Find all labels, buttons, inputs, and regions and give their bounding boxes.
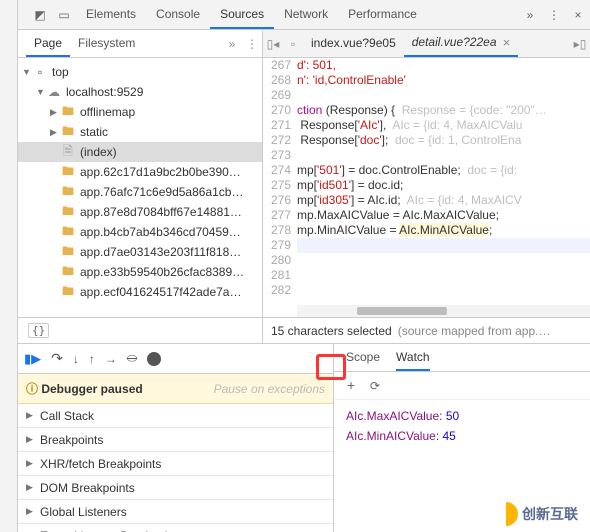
close-tab-icon[interactable]: ×	[503, 29, 511, 56]
add-watch-button[interactable]: +	[342, 377, 360, 395]
scope-watch-tabs: Scope Watch	[334, 344, 590, 372]
section-label: Call Stack	[40, 409, 94, 423]
tree-label: app.62c17d1a9bc2b0be390…	[80, 165, 241, 179]
navigator-tab-page[interactable]: Page	[26, 30, 70, 57]
tab-scope[interactable]: Scope	[346, 344, 380, 371]
watch-value: 50	[446, 409, 459, 423]
tree-label: app.87e8d7084bff67e14881…	[80, 205, 242, 219]
navigator-tabs: Page Filesystem » ⋮	[18, 30, 262, 58]
history-back-icon[interactable]: ▯◂	[263, 37, 283, 51]
debug-accordion: ▶Call Stack ▶Breakpoints ▶XHR/fetch Brea…	[18, 404, 333, 532]
pause-on-exceptions-button[interactable]	[147, 352, 161, 366]
tree-folder-offlinemap[interactable]: ▶🖿offlinemap	[18, 102, 262, 122]
tab-console[interactable]: Console	[146, 0, 210, 29]
pretty-print-button[interactable]: {}	[28, 323, 49, 338]
more-tabs-icon[interactable]: »	[522, 8, 538, 22]
code-editor[interactable]: 267d': 501,268n': 'id,ControlEnable'2692…	[263, 58, 590, 317]
nav-menu-icon[interactable]: ⋮	[245, 37, 259, 51]
section-xhr-breakpoints[interactable]: ▶XHR/fetch Breakpoints	[18, 452, 333, 476]
devtools-tab-strip: ◩ ▭ Elements Console Sources Network Per…	[18, 0, 590, 30]
step-button[interactable]: →	[105, 352, 117, 366]
tree-origin[interactable]: ▼☁localhost:9529	[18, 82, 262, 102]
watch-item[interactable]: AIc.MinAICValue: 45	[346, 426, 578, 446]
section-call-stack[interactable]: ▶Call Stack	[18, 404, 333, 428]
section-label: Global Listeners	[40, 505, 127, 519]
navigator-tab-filesystem[interactable]: Filesystem	[70, 30, 143, 57]
tree-file[interactable]: 🖿app.b4cb7ab4b346cd70459…	[18, 222, 262, 242]
section-breakpoints[interactable]: ▶Breakpoints	[18, 428, 333, 452]
deactivate-breakpoints-button[interactable]: ⬭	[127, 351, 137, 366]
pause-hint: Pause on exceptions	[214, 382, 325, 396]
more-editor-tabs-icon[interactable]: ▸▯	[570, 37, 590, 51]
tree-label: localhost:9529	[66, 85, 143, 99]
section-label: Breakpoints	[40, 433, 103, 447]
inspect-icon[interactable]: ◩	[32, 8, 48, 22]
scrollbar-thumb[interactable]	[357, 307, 447, 315]
tab-elements[interactable]: Elements	[76, 0, 146, 29]
tree-label: app.e33b59540b26cfac8389…	[80, 265, 244, 279]
tab-performance[interactable]: Performance	[338, 0, 427, 29]
watermark-logo: 创新互联	[490, 500, 582, 528]
step-over-button[interactable]: ↷	[51, 350, 63, 367]
tree-label: app.d7ae03143e203f11f818…	[80, 245, 241, 259]
watch-key: AIc.MinAICValue	[346, 429, 436, 443]
tree-label: app.ecf041624517f42ade7a…	[80, 285, 241, 299]
tab-label: detail.vue?22ea	[412, 29, 497, 56]
tree-file[interactable]: 🖿app.87e8d7084bff67e14881…	[18, 202, 262, 222]
paused-label: Debugger paused	[41, 382, 142, 396]
tree-label: static	[80, 125, 108, 139]
docked-gutter	[0, 0, 18, 532]
tab-network[interactable]: Network	[274, 0, 338, 29]
watch-value: 45	[442, 429, 455, 443]
tree-file[interactable]: 🖿app.d7ae03143e203f11f818…	[18, 242, 262, 262]
tree-label: offlinemap	[80, 105, 135, 119]
section-label: Event Listener Breakpoints	[40, 529, 183, 532]
tree-top[interactable]: ▼▫top	[18, 62, 262, 82]
device-toggle-icon[interactable]: ▭	[56, 8, 72, 22]
watch-item[interactable]: AIc.MaxAICValue: 50	[346, 406, 578, 426]
step-out-button[interactable]: ↑	[89, 352, 95, 366]
tab-label: index.vue?9e05	[311, 30, 396, 57]
selection-info: 15 characters selected	[271, 324, 392, 338]
file-tab-detail[interactable]: detail.vue?22ea×	[404, 30, 518, 57]
section-dom-breakpoints[interactable]: ▶DOM Breakpoints	[18, 476, 333, 500]
sourcemap-info: (source mapped from app.…	[398, 324, 551, 338]
tree-label: app.76afc71c6e9d5a86a1cb…	[80, 185, 243, 199]
tab-watch[interactable]: Watch	[396, 344, 430, 371]
step-into-button[interactable]: ↓	[73, 352, 79, 366]
editor-tabs: ▯◂ ▫ index.vue?9e05 detail.vue?22ea× ▸▯	[263, 30, 590, 58]
tab-sources[interactable]: Sources	[210, 0, 274, 29]
settings-menu-icon[interactable]: ⋮	[546, 8, 562, 22]
h-scrollbar[interactable]	[297, 305, 590, 317]
status-bar: 15 characters selected (source mapped fr…	[263, 318, 590, 343]
resume-button[interactable]: ▮▶	[24, 351, 41, 367]
tree-label: (index)	[80, 145, 117, 159]
tree-label: app.b4cb7ab4b346cd70459…	[80, 225, 241, 239]
section-global-listeners[interactable]: ▶Global Listeners	[18, 500, 333, 524]
debugger-status-bar: ⓘ Debugger paused Pause on exceptions	[18, 374, 333, 404]
history-fwd-icon[interactable]: ▫	[283, 37, 303, 51]
tree-folder-static[interactable]: ▶🖿static	[18, 122, 262, 142]
watch-key: AIc.MaxAICValue	[346, 409, 439, 423]
tree-file[interactable]: 🖿app.ecf041624517f42ade7a…	[18, 282, 262, 302]
brand-text: 创新互联	[522, 504, 578, 524]
debugger-controls: ▮▶ ↷ ↓ ↑ → ⬭	[18, 344, 333, 374]
file-tab-index[interactable]: index.vue?9e05	[303, 30, 404, 57]
file-tree[interactable]: ▼▫top ▼☁localhost:9529 ▶🖿offlinemap ▶🖿st…	[18, 58, 262, 317]
section-event-listener-breakpoints[interactable]: ▶Event Listener Breakpoints	[18, 524, 333, 532]
tree-file[interactable]: 🖿app.76afc71c6e9d5a86a1cb…	[18, 182, 262, 202]
section-label: XHR/fetch Breakpoints	[40, 457, 161, 471]
tree-file[interactable]: 🖿app.62c17d1a9bc2b0be390…	[18, 162, 262, 182]
tree-file[interactable]: 🖿app.e33b59540b26cfac8389…	[18, 262, 262, 282]
refresh-watch-button[interactable]: ⟳	[366, 377, 384, 395]
tree-file-index[interactable]: 🗎(index)	[18, 142, 262, 162]
watch-toolbar: + ⟳	[334, 372, 590, 400]
tree-label: top	[52, 65, 69, 79]
section-label: DOM Breakpoints	[40, 481, 135, 495]
close-devtools-icon[interactable]: ×	[570, 8, 586, 22]
more-nav-icon[interactable]: »	[225, 37, 239, 51]
